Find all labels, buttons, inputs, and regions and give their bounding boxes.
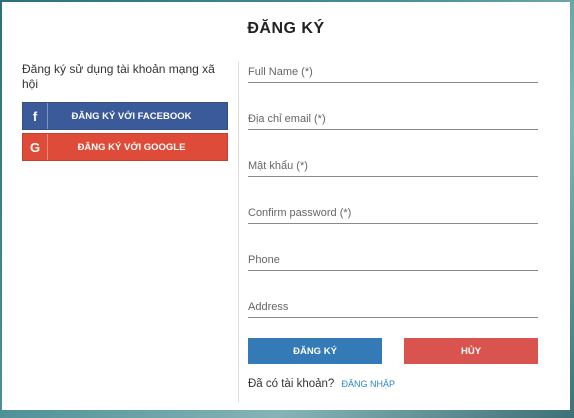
password-input[interactable] (248, 160, 538, 172)
full-name-field-wrapper (248, 58, 538, 83)
social-login-label: Đăng ký sử dụng tài khoản mạng xã hội (22, 62, 215, 91)
confirm-password-field-wrapper (248, 199, 538, 224)
phone-input[interactable] (248, 254, 538, 266)
register-form (248, 58, 540, 340)
column-divider (238, 62, 239, 402)
google-register-label: ĐĂNG KÝ VỚI GOOGLE (77, 141, 186, 153)
full-name-input[interactable] (248, 66, 538, 78)
address-field-wrapper (248, 293, 538, 318)
facebook-register-label: ĐĂNG KÝ VỚI FACEBOOK (71, 110, 192, 122)
facebook-register-button[interactable]: f ĐĂNG KÝ VỚI FACEBOOK (22, 102, 228, 130)
have-account-text: Đã có tài khoản? (248, 378, 335, 390)
email-input[interactable] (248, 113, 538, 125)
phone-field-wrapper (248, 246, 538, 271)
social-login-section: Đăng ký sử dụng tài khoản mạng xã hội f … (22, 62, 228, 164)
google-register-button[interactable]: G ĐĂNG KÝ VỚI GOOGLE (22, 133, 228, 161)
login-link[interactable]: ĐĂNG NHẬP (342, 379, 396, 389)
login-prompt: Đã có tài khoản? ĐĂNG NHẬP (248, 378, 395, 390)
password-field-wrapper (248, 152, 538, 177)
google-icon: G (23, 134, 48, 160)
email-field-wrapper (248, 105, 538, 130)
confirm-password-input[interactable] (248, 207, 538, 219)
register-button[interactable]: ĐĂNG KÝ (248, 338, 382, 364)
facebook-icon: f (23, 103, 48, 129)
cancel-button[interactable]: HỦY (404, 338, 538, 364)
form-actions: ĐĂNG KÝ HỦY (248, 338, 540, 364)
address-input[interactable] (248, 301, 538, 313)
modal-title: ĐĂNG KÝ (247, 20, 325, 37)
